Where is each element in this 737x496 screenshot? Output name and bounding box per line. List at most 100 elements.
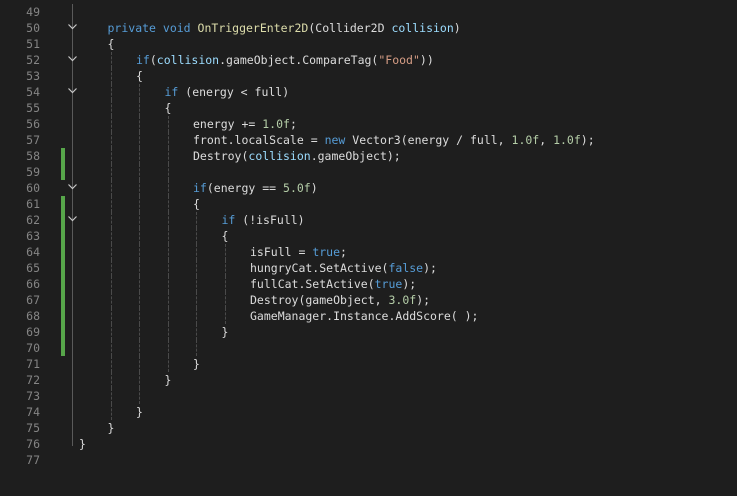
indent-guide: [139, 148, 140, 164]
code-line[interactable]: 76}: [0, 436, 737, 452]
fold-chevron-icon[interactable]: [66, 84, 78, 100]
code-editor[interactable]: 49 50 private void OnTriggerEnter2D(Collid…: [0, 0, 737, 496]
code-line[interactable]: 67 Destroy(gameObject, 3.0f);: [0, 292, 737, 308]
line-number: 54: [26, 85, 40, 99]
indent-guide: [110, 100, 112, 116]
code-text[interactable]: if(energy == 5.0f): [193, 180, 318, 196]
code-token: 5.0f: [283, 181, 311, 195]
code-line[interactable]: 65 hungryCat.SetActive(false);: [0, 260, 737, 276]
code-text[interactable]: Destroy(collision.gameObject);: [193, 148, 401, 164]
indent-guide: [167, 180, 169, 196]
code-line[interactable]: 53 {: [0, 68, 737, 84]
code-token: }: [221, 325, 229, 339]
code-text[interactable]: {: [193, 196, 200, 212]
code-line[interactable]: 60 if(energy == 5.0f): [0, 180, 737, 196]
indent-guide: [167, 356, 169, 372]
code-text[interactable]: private void OnTriggerEnter2D(Collider2D…: [108, 20, 461, 36]
code-line[interactable]: 56 energy += 1.0f;: [0, 116, 737, 132]
code-text[interactable]: energy += 1.0f;: [193, 116, 297, 132]
code-line[interactable]: 69}: [0, 324, 737, 340]
code-text[interactable]: if (energy < full): [165, 84, 290, 100]
change-indicator: [61, 148, 65, 164]
indent-guide: [110, 52, 112, 68]
code-line[interactable]: 77: [0, 452, 737, 468]
indent-guide: [110, 260, 112, 276]
code-line[interactable]: 70: [0, 340, 737, 356]
code-text[interactable]: }: [136, 404, 143, 420]
code-token: OnTriggerEnter2D: [197, 21, 309, 35]
code-line[interactable]: 71}: [0, 356, 737, 372]
code-line[interactable]: 58 Destroy(collision.gameObject);: [0, 148, 737, 164]
code-line[interactable]: 66 fullCat.SetActive(true);: [0, 276, 737, 292]
code-token: collision: [156, 53, 220, 67]
code-text[interactable]: }: [79, 436, 86, 452]
change-indicator: [61, 292, 65, 308]
code-line[interactable]: 74}: [0, 404, 737, 420]
indent-guide: [167, 164, 169, 180]
code-text[interactable]: if(collision.gameObject.CompareTag("Food…: [136, 52, 434, 68]
code-line[interactable]: 72}: [0, 372, 737, 388]
indent-guide: [110, 276, 112, 292]
indent-guide: [110, 324, 112, 340]
code-token: {: [193, 197, 200, 211]
line-number: 72: [26, 373, 40, 387]
code-text[interactable]: {: [222, 228, 229, 244]
fold-chevron-icon[interactable]: [66, 180, 78, 196]
code-token: 1.0f: [553, 133, 581, 147]
code-line[interactable]: 62 if (!isFull): [0, 212, 737, 228]
code-line[interactable]: 64 isFull = true;: [0, 244, 737, 260]
code-token: }: [193, 357, 200, 371]
code-text[interactable]: }: [165, 372, 172, 388]
code-line[interactable]: 63 {: [0, 228, 737, 244]
fold-chevron-icon[interactable]: [66, 52, 78, 68]
code-line[interactable]: 55 {: [0, 100, 737, 116]
code-token: );: [402, 277, 417, 291]
code-line[interactable]: 51 {: [0, 36, 737, 52]
indent-guide: [110, 292, 112, 308]
code-line[interactable]: 57 front.localScale = new Vector3(energy …: [0, 132, 737, 148]
code-text[interactable]: {: [108, 36, 115, 52]
code-text[interactable]: {: [136, 68, 143, 84]
code-token: (energy ==: [206, 181, 284, 195]
code-line[interactable]: 75}: [0, 420, 737, 436]
code-text[interactable]: fullCat.SetActive(true);: [250, 276, 416, 292]
code-text[interactable]: isFull = true;: [250, 244, 347, 260]
line-number: 51: [26, 37, 40, 51]
line-number: 77: [26, 453, 40, 467]
indent-guide: [110, 196, 112, 212]
fold-chevron-icon[interactable]: [66, 20, 78, 36]
code-text[interactable]: }: [222, 324, 229, 340]
code-line[interactable]: 73: [0, 388, 737, 404]
fold-chevron-icon[interactable]: [66, 212, 78, 228]
code-token: .gameObject);: [310, 149, 401, 163]
code-text[interactable]: GameManager.Instance.AddScore( );: [250, 308, 478, 324]
indent-guide: [224, 276, 226, 292]
code-token: front.localScale =: [193, 133, 325, 147]
code-text[interactable]: }: [193, 356, 200, 372]
code-token: );: [416, 293, 431, 307]
code-text[interactable]: front.localScale = new Vector3(energy / …: [193, 132, 595, 148]
code-text[interactable]: Destroy(gameObject, 3.0f);: [250, 292, 430, 308]
code-line[interactable]: 59: [0, 164, 737, 180]
code-text[interactable]: if (!isFull): [222, 212, 305, 228]
code-text[interactable]: }: [108, 420, 115, 436]
code-line[interactable]: 61 {: [0, 196, 737, 212]
code-text[interactable]: hungryCat.SetActive(false);: [250, 260, 437, 276]
code-text[interactable]: {: [165, 100, 172, 116]
line-number: 57: [26, 133, 40, 147]
code-line[interactable]: 49: [0, 4, 737, 20]
code-token: isFull =: [250, 245, 313, 259]
code-line[interactable]: 50 private void OnTriggerEnter2D(Collider…: [0, 20, 737, 36]
code-token: ): [310, 181, 318, 195]
line-number: 66: [26, 277, 40, 291]
code-line[interactable]: 68 GameManager.Instance.AddScore( );: [0, 308, 737, 324]
indent-guide: [196, 276, 197, 292]
indent-guide: [110, 84, 112, 100]
code-line[interactable]: 54 if (energy < full): [0, 84, 737, 100]
indent-guide: [167, 260, 169, 276]
code-token: false: [388, 261, 424, 275]
line-number: 59: [26, 165, 40, 179]
line-number: 64: [26, 245, 40, 259]
code-line[interactable]: 52 if(collision.gameObject.CompareTag("Fo…: [0, 52, 737, 68]
indent-guide: [196, 292, 197, 308]
